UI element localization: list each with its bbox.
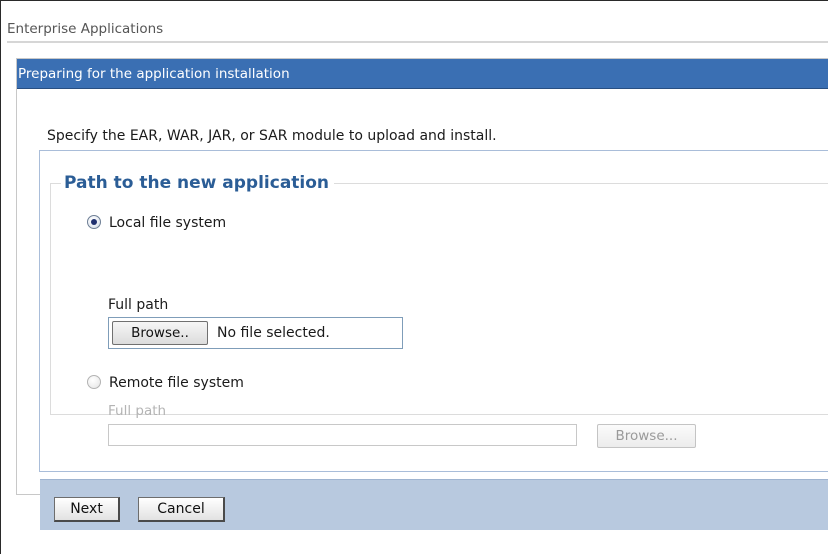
local-browse-button[interactable]: Browse..	[112, 321, 208, 345]
local-full-path-label: Full path	[108, 297, 169, 313]
wizard-frame: Preparing for the application installati…	[16, 58, 828, 530]
remote-path-input[interactable]	[108, 424, 577, 446]
title-divider	[7, 41, 828, 43]
remote-full-path-label: Full path	[108, 403, 167, 419]
local-file-input[interactable]: Browse.. No file selected.	[108, 317, 403, 349]
remote-file-system-label[interactable]: Remote file system	[109, 375, 244, 391]
instruction-text: Specify the EAR, WAR, JAR, or SAR module…	[47, 128, 497, 144]
local-file-system-label[interactable]: Local file system	[109, 215, 226, 231]
local-file-system-radio[interactable]	[87, 215, 101, 229]
path-legend: Path to the new application	[61, 173, 335, 193]
next-button[interactable]: Next	[54, 497, 120, 522]
page: Enterprise Applications Preparing for th…	[0, 0, 828, 554]
wizard-title: Preparing for the application installati…	[18, 66, 290, 82]
button-bar: Next Cancel	[40, 479, 828, 530]
cancel-button[interactable]: Cancel	[138, 497, 225, 522]
remote-browse-button[interactable]: Browse...	[597, 424, 696, 448]
upload-panel: Path to the new application Local file s…	[39, 150, 828, 530]
remote-file-system-radio[interactable]	[87, 375, 101, 389]
file-status-text: No file selected.	[217, 325, 330, 341]
wizard-title-bar: Preparing for the application installati…	[17, 59, 828, 89]
page-title: Enterprise Applications	[7, 21, 164, 37]
